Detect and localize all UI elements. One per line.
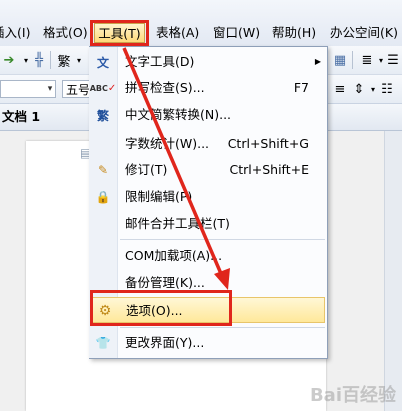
vertical-scrollbar[interactable]	[384, 131, 402, 411]
font-name-dropdown-icon[interactable]: ▾	[44, 80, 56, 98]
menu-item-word-count[interactable]: 字数统计(W)... Ctrl+Shift+G	[90, 131, 327, 157]
menu-item-shortcut: F7	[293, 80, 309, 95]
annotation-box-options	[90, 290, 232, 326]
green-arrow-icon[interactable]: ➔	[0, 51, 18, 69]
menu-item-shortcut: Ctrl+Shift+E	[229, 162, 310, 177]
menu-help[interactable]: 帮助(H)	[270, 22, 318, 44]
menu-item-mail-merge[interactable]: 邮件合并工具栏(T)	[90, 211, 327, 237]
bullets-icon[interactable]: ☷	[378, 80, 396, 98]
toolbar-separator	[50, 51, 51, 69]
menu-item-label: 拼写检查(S)...	[125, 80, 205, 95]
track-changes-icon: ✎	[97, 163, 109, 177]
menu-item-com-addins[interactable]: COM加载项(A)...	[90, 243, 327, 269]
menu-format[interactable]: 格式(O)	[41, 22, 90, 44]
menu-item-label: 中文简繁转换(N)...	[125, 107, 232, 122]
menu-item-spellcheck[interactable]: ABC ✓ 拼写检查(S)... F7	[90, 75, 327, 101]
insert-rows-icon[interactable]: ╬	[30, 51, 48, 69]
menu-item-label: 限制编辑(P)	[125, 189, 193, 204]
menu-item-label: 邮件合并工具栏(T)	[125, 216, 230, 231]
menu-window[interactable]: 窗口(W)	[211, 22, 262, 44]
menu-table[interactable]: 表格(A)	[154, 22, 201, 44]
menu-office-space[interactable]: 办公空间(K)	[328, 22, 400, 44]
menu-item-label: 更改界面(Y)...	[125, 335, 205, 350]
spellcheck-icon: ABC ✓	[89, 82, 117, 94]
toolbar-separator	[352, 51, 353, 69]
chinese-convert-icon: 繁	[96, 108, 109, 123]
menu-item-text-tools[interactable]: 文 文字工具(D) ▶	[90, 49, 327, 75]
menu-item-label: 字数统计(W)...	[125, 136, 210, 151]
document-tab[interactable]: 文档 1	[0, 106, 40, 128]
restrict-edit-icon: 🔒	[95, 190, 111, 204]
align-center-icon[interactable]: ≡	[331, 80, 349, 98]
align-icon[interactable]: ☰	[384, 51, 402, 69]
menu-item-restrict-edit[interactable]: 🔒 限制编辑(P)	[90, 184, 327, 210]
submenu-arrow-icon: ▶	[314, 57, 321, 66]
menu-separator	[120, 239, 325, 240]
menubar-overflow-icon[interactable]: ⋮	[396, 22, 402, 44]
dropdown-arrow-icon[interactable]: ▾	[70, 51, 88, 69]
change-ui-icon: 👕	[95, 336, 111, 350]
menu-item-label: 修订(T)	[125, 162, 168, 177]
menu-separator	[120, 327, 325, 328]
menu-item-chinese-convert[interactable]: 繁 中文简繁转换(N)...	[90, 102, 327, 128]
menu-item-shortcut: Ctrl+Shift+G	[227, 136, 309, 151]
menu-item-label: COM加载项(A)...	[125, 248, 223, 263]
menu-insert[interactable]: 插入(I)	[0, 22, 32, 44]
table-icon[interactable]: ▦	[331, 51, 349, 69]
watermark: Bai百经验	[309, 385, 396, 406]
menu-item-track-changes[interactable]: ✎ 修订(T) Ctrl+Shift+E	[90, 157, 327, 183]
menu-item-label: 文字工具(D)	[125, 54, 195, 69]
text-tool-icon: 文	[96, 55, 109, 70]
menu-item-change-ui[interactable]: 👕 更改界面(Y)...	[90, 330, 327, 356]
annotation-box-tools	[90, 20, 149, 46]
menubar: 插入(I) 格式(O) 工具(T) 表格(A) 窗口(W) 帮助(H) 办公空间…	[0, 0, 402, 47]
